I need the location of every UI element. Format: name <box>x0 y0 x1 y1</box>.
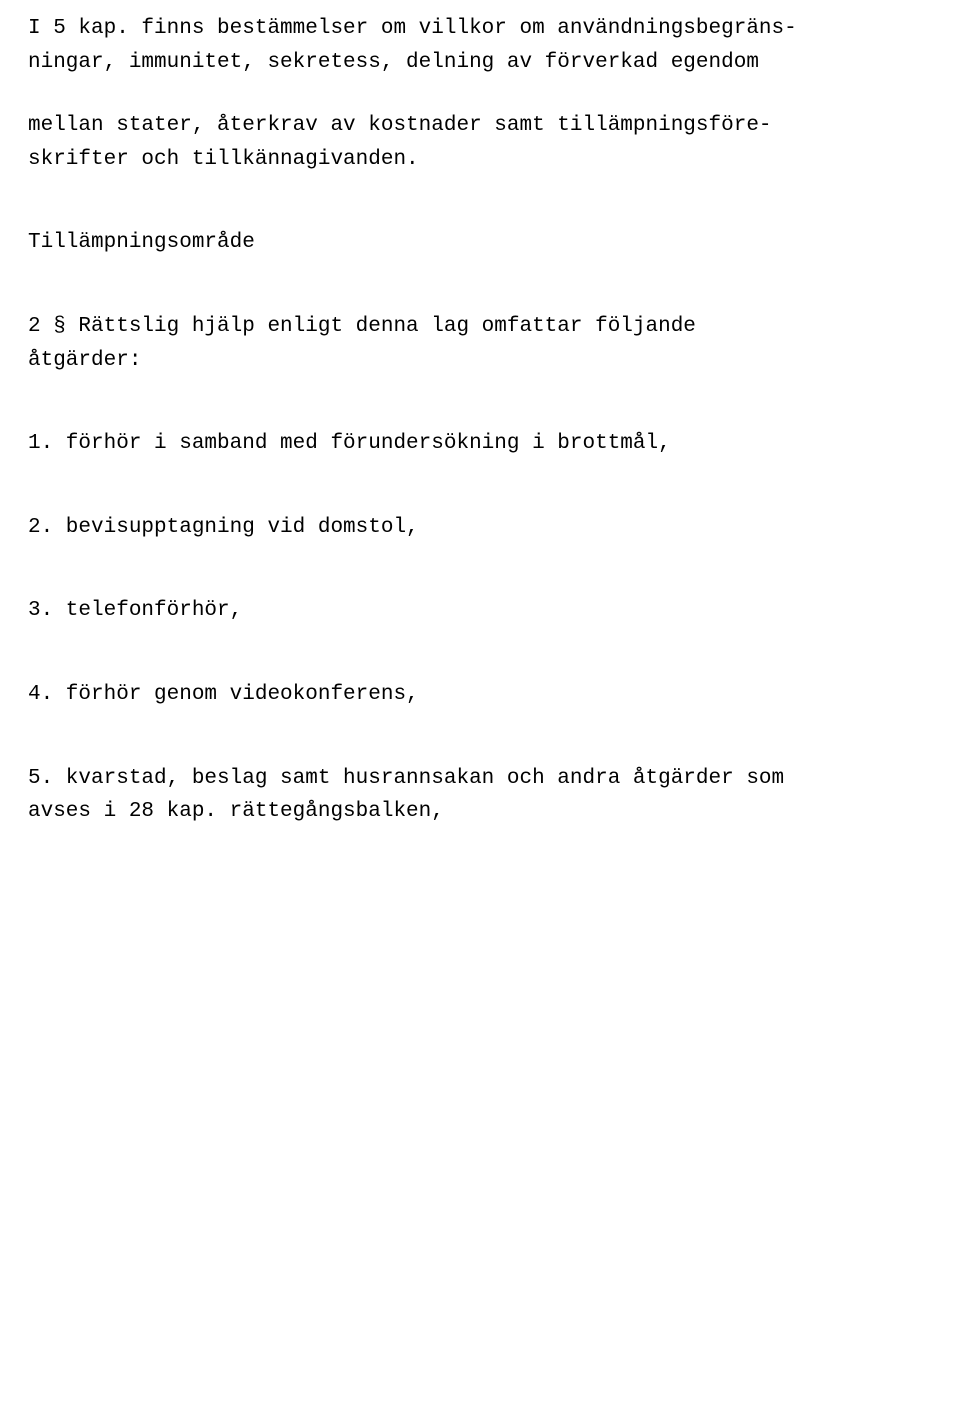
text-line: 2. bevisupptagning vid domstol, <box>28 511 932 545</box>
list-item-5: 5. kvarstad, beslag samt husrannsakan oc… <box>28 762 932 829</box>
list-item-3: 3. telefonförhör, <box>28 594 932 628</box>
heading-text: Tillämpningsområde <box>28 226 932 260</box>
text-line: 4. förhör genom videokonferens, <box>28 678 932 712</box>
text-line: 3. telefonförhör, <box>28 594 932 628</box>
text-line: åtgärder: <box>28 344 932 378</box>
text-line: ningar, immunitet, sekretess, delning av… <box>28 46 932 80</box>
text-line: mellan stater, återkrav av kostnader sam… <box>28 109 932 143</box>
text-line: 2 § Rättslig hjälp enligt denna lag omfa… <box>28 310 932 344</box>
document-body: I 5 kap. finns bestämmelser om villkor o… <box>28 12 932 829</box>
intro-paragraph-part2: mellan stater, återkrav av kostnader sam… <box>28 109 932 176</box>
text-line: 5. kvarstad, beslag samt husrannsakan oc… <box>28 762 932 796</box>
section-2-intro: 2 § Rättslig hjälp enligt denna lag omfa… <box>28 310 932 377</box>
list-item-4: 4. förhör genom videokonferens, <box>28 678 932 712</box>
section-heading: Tillämpningsområde <box>28 226 932 260</box>
text-line: 1. förhör i samband med förundersökning … <box>28 427 932 461</box>
intro-paragraph-part1: I 5 kap. finns bestämmelser om villkor o… <box>28 12 932 79</box>
text-line: avses i 28 kap. rättegångsbalken, <box>28 795 932 829</box>
text-line: skrifter och tillkännagivanden. <box>28 143 932 177</box>
list-item-2: 2. bevisupptagning vid domstol, <box>28 511 932 545</box>
text-line: I 5 kap. finns bestämmelser om villkor o… <box>28 12 932 46</box>
list-item-1: 1. förhör i samband med förundersökning … <box>28 427 932 461</box>
